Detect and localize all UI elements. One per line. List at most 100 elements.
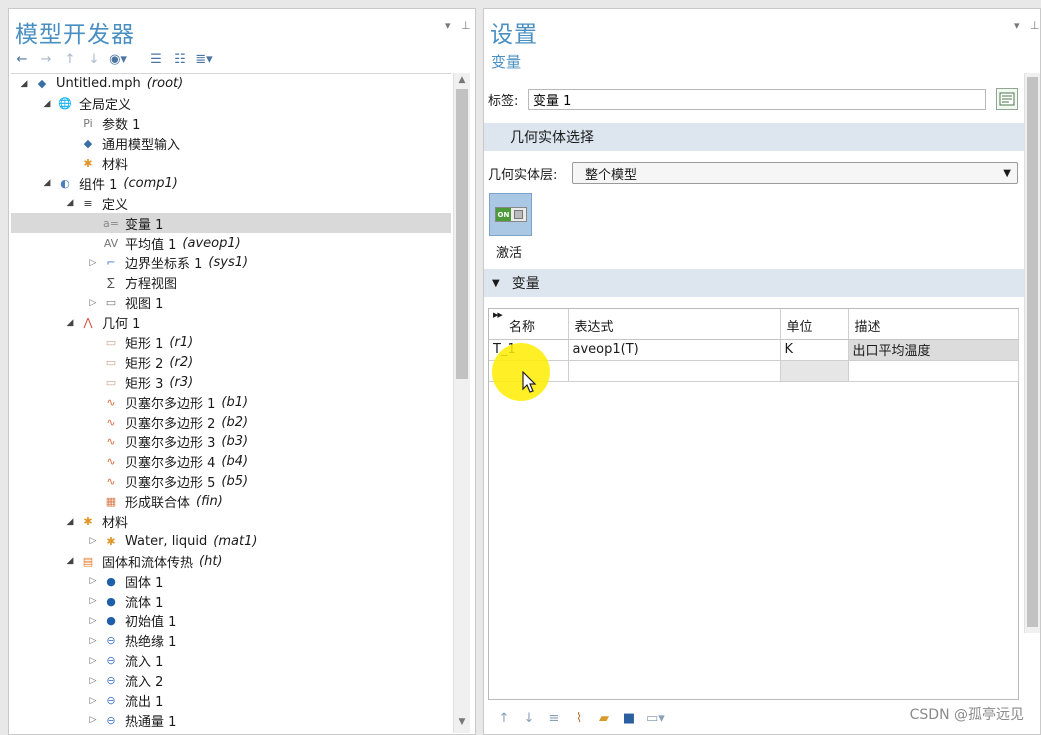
collapsed-toggle-icon[interactable]: ▷ bbox=[86, 258, 100, 268]
save-icon[interactable]: ■ bbox=[621, 711, 637, 726]
bezier-icon: ∿ bbox=[106, 455, 116, 469]
tree-node[interactable]: a= 变量 1 bbox=[11, 213, 451, 234]
tree-node-tag: (b4) bbox=[221, 454, 249, 470]
collapsed-toggle-icon[interactable]: ▷ bbox=[86, 715, 100, 725]
expanded-toggle-icon[interactable]: ◢ bbox=[40, 178, 54, 188]
collapsed-toggle-icon[interactable]: ▷ bbox=[86, 676, 100, 686]
move-up-icon[interactable]: ↑ bbox=[496, 711, 512, 726]
expanded-toggle-icon[interactable]: ◢ bbox=[17, 79, 31, 89]
collapsed-toggle-icon[interactable]: ▷ bbox=[86, 576, 100, 586]
scrollbar-thumb[interactable] bbox=[456, 89, 468, 379]
expression-cell[interactable] bbox=[568, 360, 781, 382]
tree-node[interactable]: ∿ 贝塞尔多边形 2 (b2) bbox=[11, 412, 451, 432]
collapsed-toggle-icon[interactable]: ▷ bbox=[86, 656, 100, 666]
tree-node[interactable]: ∿ 贝塞尔多边形 1 (b1) bbox=[11, 392, 451, 412]
more-options-icon[interactable]: ▭▾ bbox=[646, 711, 665, 726]
tree-node[interactable]: ◢ ⋀ 几何 1 bbox=[11, 313, 451, 333]
expanded-toggle-icon[interactable]: ◢ bbox=[63, 556, 77, 566]
tree-node[interactable]: ▭ 矩形 2 (r2) bbox=[11, 352, 451, 372]
tree-node[interactable]: ▷ ⊖ 热通量 1 bbox=[11, 711, 451, 731]
settings-scrollbar[interactable] bbox=[1024, 73, 1040, 633]
panel-menu-icon[interactable]: ▾ bbox=[445, 19, 451, 32]
tree-node[interactable]: ▷ ● 初始值 1 bbox=[11, 611, 451, 631]
scrollbar-thumb[interactable] bbox=[1027, 77, 1038, 627]
table-row[interactable]: T_1 aveop1(T) K 出口平均温度 bbox=[489, 339, 1019, 361]
label-edit-button[interactable] bbox=[996, 88, 1018, 110]
expression-cell[interactable]: aveop1(T) bbox=[568, 339, 781, 361]
expanded-toggle-icon[interactable]: ◢ bbox=[63, 318, 77, 328]
scroll-down-icon[interactable]: ▼ bbox=[454, 717, 470, 731]
description-cell[interactable]: 出口平均温度 bbox=[848, 339, 1019, 361]
tree-node[interactable]: ◆ 通用模型输入 bbox=[11, 134, 451, 154]
collapsed-toggle-icon[interactable]: ▷ bbox=[86, 636, 100, 646]
tree-node-label: 通用模型输入 bbox=[102, 138, 181, 154]
geometric-selection-section[interactable]: 几何实体选择 bbox=[484, 123, 1024, 151]
description-cell[interactable] bbox=[848, 360, 1019, 382]
pin-icon[interactable]: ⊥ bbox=[461, 19, 471, 32]
tree-node[interactable]: ▭ 矩形 1 (r1) bbox=[11, 333, 451, 353]
back-arrow-icon[interactable]: ← bbox=[13, 50, 31, 68]
delete-rows-icon[interactable]: ≡ bbox=[546, 711, 562, 726]
tree-scrollbar[interactable]: ▲ ▼ bbox=[453, 73, 470, 733]
tree-node[interactable]: ◢ ≡ 定义 bbox=[11, 193, 451, 213]
move-columns-icon[interactable]: ▶▶ bbox=[493, 311, 503, 319]
label-input[interactable] bbox=[528, 89, 986, 110]
column-header-unit[interactable]: 单位 bbox=[780, 309, 849, 340]
collapsed-toggle-icon[interactable]: ▷ bbox=[86, 616, 100, 626]
tree-node[interactable]: ∿ 贝塞尔多边形 5 (b5) bbox=[11, 472, 451, 492]
tree-node[interactable]: ◢ ◐ 组件 1 (comp1) bbox=[11, 173, 451, 193]
expanded-toggle-icon[interactable]: ◢ bbox=[63, 517, 77, 527]
forward-arrow-icon[interactable]: → bbox=[37, 50, 55, 68]
tree-node[interactable]: ◢ ▤ 固体和流体传热 (ht) bbox=[11, 551, 451, 571]
collapsed-toggle-icon[interactable]: ▷ bbox=[86, 298, 100, 308]
tree-node[interactable]: ∿ 贝塞尔多边形 4 (b4) bbox=[11, 452, 451, 472]
tree-node-label: 流体 1 bbox=[125, 595, 164, 611]
collapsed-toggle-icon[interactable]: ▷ bbox=[86, 696, 100, 706]
variables-section[interactable]: ▼ 变量 bbox=[484, 269, 1024, 297]
tree-node[interactable]: ▭ 矩形 3 (r3) bbox=[11, 372, 451, 392]
pin-icon[interactable]: ⊥ bbox=[1030, 19, 1040, 32]
down-arrow-icon[interactable]: ↓ bbox=[85, 50, 103, 68]
collapsed-toggle-icon[interactable]: ▷ bbox=[86, 536, 100, 546]
tree-node[interactable]: Pi 参数 1 bbox=[11, 114, 451, 134]
tree-node[interactable]: ▷ ⌐ 边界坐标系 1 (sys1) bbox=[11, 253, 451, 273]
tree-node[interactable]: ▦ 形成联合体 (fin) bbox=[11, 492, 451, 512]
tree-node[interactable]: ▷ ▭ 视图 1 bbox=[11, 293, 451, 313]
tree-node[interactable]: ▷ ● 固体 1 bbox=[11, 571, 451, 591]
scroll-up-icon[interactable]: ▲ bbox=[454, 75, 470, 89]
open-file-icon[interactable]: ▰ bbox=[596, 711, 612, 726]
tree-node[interactable]: ∑ 方程视图 bbox=[11, 273, 451, 293]
expanded-toggle-icon[interactable]: ◢ bbox=[63, 198, 77, 208]
geo-level-select[interactable]: 整个模型 ▼ bbox=[572, 162, 1018, 184]
tree-node-tag: (b3) bbox=[221, 434, 249, 450]
column-header-expression[interactable]: 表达式 bbox=[568, 309, 781, 340]
view-icon[interactable]: ◉▾ bbox=[109, 50, 127, 68]
table-row[interactable] bbox=[489, 360, 1019, 382]
geo-level-row: 几何实体层: 整个模型 ▼ bbox=[488, 162, 1018, 184]
column-header-name[interactable]: ▶▶ 名称 bbox=[489, 309, 569, 340]
expand-icon[interactable]: ☰ bbox=[147, 50, 165, 68]
collapsed-toggle-icon[interactable]: ▷ bbox=[86, 596, 100, 606]
tree-node[interactable]: ▷ ● 流体 1 bbox=[11, 591, 451, 611]
tree-node[interactable]: ◢ ✱ 材料 bbox=[11, 512, 451, 532]
tree-node[interactable]: ▷ ⊖ 热绝缘 1 bbox=[11, 631, 451, 651]
move-down-icon[interactable]: ↓ bbox=[521, 711, 537, 726]
tree-node[interactable]: ▷ ⊖ 流入 2 bbox=[11, 671, 451, 691]
collapse-icon[interactable]: ☷ bbox=[171, 50, 189, 68]
expanded-toggle-icon[interactable]: ◢ bbox=[40, 99, 54, 109]
up-arrow-icon[interactable]: ↑ bbox=[61, 50, 79, 68]
tree-node[interactable]: ▷ ✱ Water, liquid (mat1) bbox=[11, 531, 451, 551]
tree-node[interactable]: ◢ 🌐 全局定义 bbox=[11, 94, 451, 114]
column-header-description[interactable]: 描述 bbox=[848, 309, 1019, 340]
tree-node[interactable]: ∿ 贝塞尔多边形 3 (b3) bbox=[11, 432, 451, 452]
panel-menu-icon[interactable]: ▾ bbox=[1014, 19, 1020, 32]
tree-node[interactable]: AV 平均值 1 (aveop1) bbox=[11, 233, 451, 253]
tree-node-label: 流出 1 bbox=[125, 695, 164, 711]
tree-node[interactable]: ▷ ⊖ 流出 1 bbox=[11, 691, 451, 711]
tree-node[interactable]: ▷ ⊖ 流入 1 bbox=[11, 651, 451, 671]
tree-node[interactable]: ✱ 材料 bbox=[11, 154, 451, 174]
activate-button[interactable]: ON bbox=[489, 193, 532, 236]
list-icon[interactable]: ≣▾ bbox=[195, 50, 213, 68]
tree-node[interactable]: ◢ ◆ Untitled.mph (root) bbox=[11, 74, 451, 94]
clear-table-icon[interactable]: ⌇ bbox=[571, 711, 587, 726]
